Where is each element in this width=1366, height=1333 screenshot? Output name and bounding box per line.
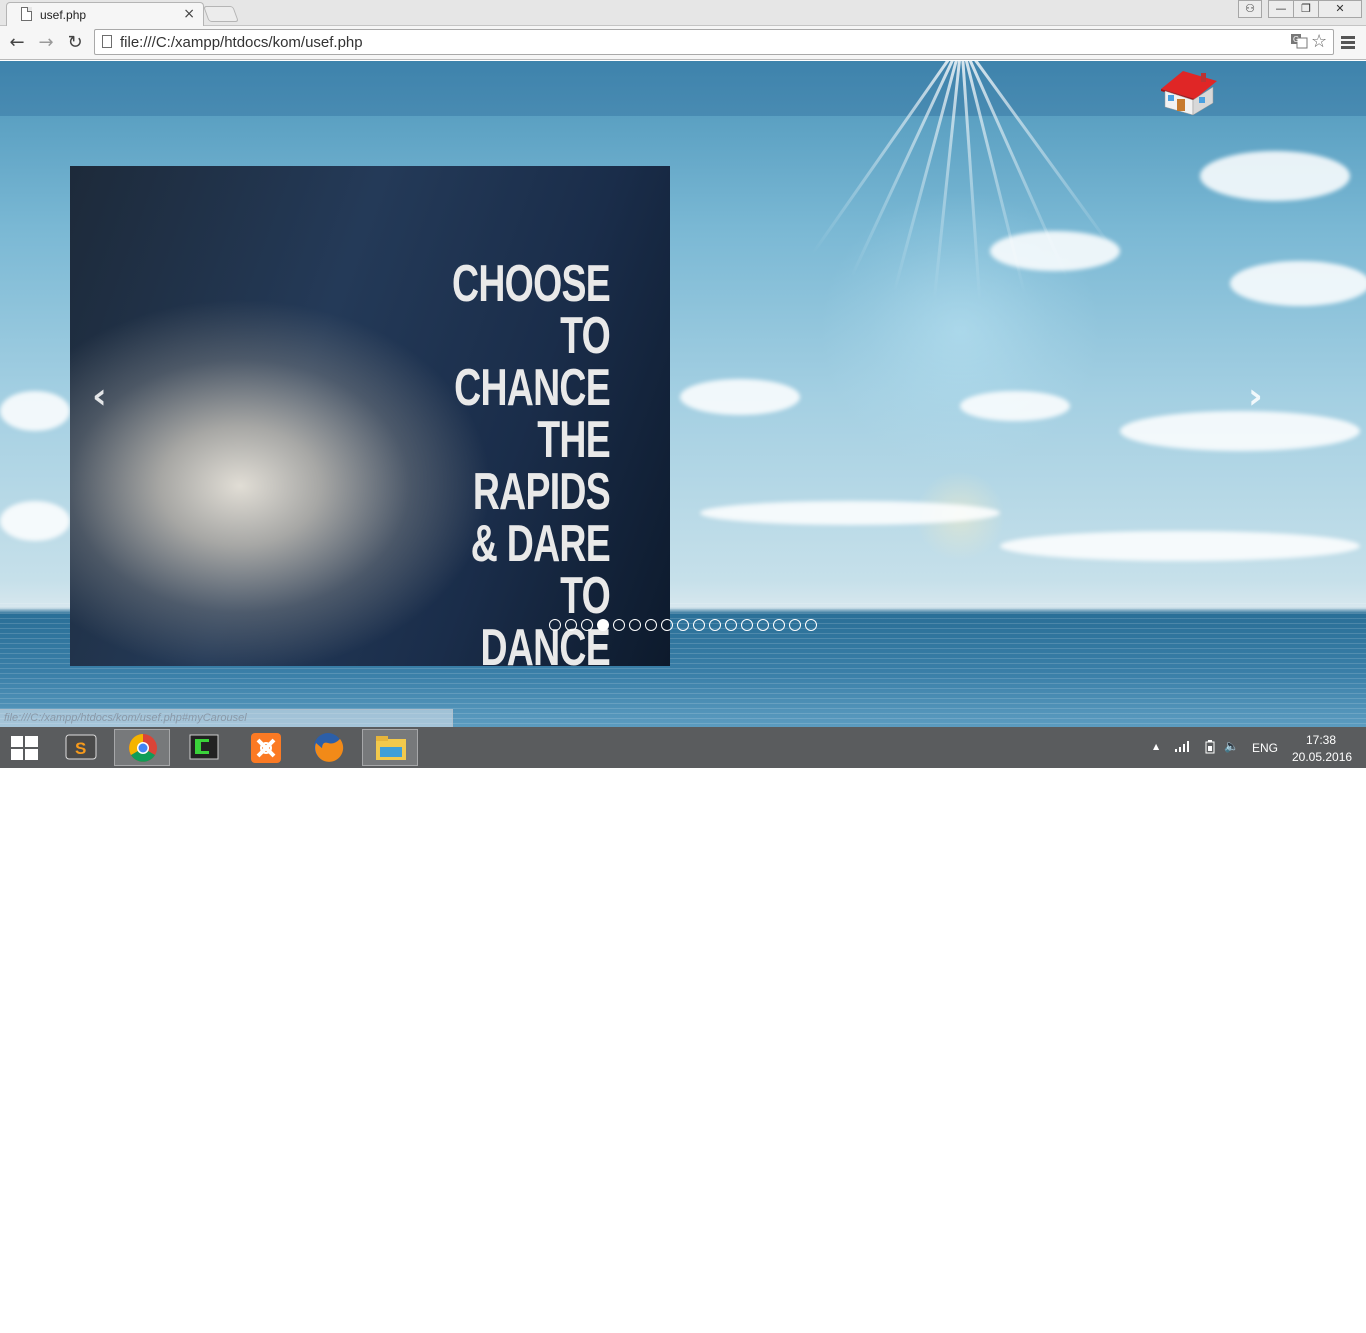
volume-icon[interactable]: 🔈: [1224, 739, 1239, 753]
carousel-indicator[interactable]: [693, 619, 705, 631]
profile-button[interactable]: ⚇: [1238, 0, 1262, 18]
address-bar[interactable]: file:///C:/xampp/htdocs/kom/usef.php G ☆: [94, 29, 1334, 55]
url-text[interactable]: file:///C:/xampp/htdocs/kom/usef.php: [120, 34, 363, 51]
sublime-text-icon[interactable]: S: [54, 729, 110, 766]
bookmark-star-icon[interactable]: ☆: [1311, 31, 1327, 52]
translate-icon[interactable]: G: [1290, 33, 1308, 53]
windows-taskbar: S ▲ 🔈 ENG 17:38 20.05.2016: [0, 727, 1366, 768]
slide-caption: CHOOSE TO CHANCE THE RAPIDS & DARE TO DA…: [452, 255, 611, 666]
carousel-indicator[interactable]: [805, 619, 817, 631]
tab-usef-php[interactable]: usef.php ×: [6, 2, 204, 26]
carousel-indicator[interactable]: [741, 619, 753, 631]
chrome-icon[interactable]: [114, 729, 170, 766]
tab-close-icon[interactable]: ×: [183, 6, 195, 22]
file-explorer-icon[interactable]: [362, 729, 418, 766]
carousel-indicator[interactable]: [645, 619, 657, 631]
svg-text:G: G: [1293, 35, 1299, 44]
language-indicator[interactable]: ENG: [1252, 741, 1278, 755]
carousel-next-icon[interactable]: ›: [1248, 376, 1263, 417]
chrome-menu-icon[interactable]: [1341, 36, 1355, 51]
restore-button[interactable]: ❐: [1293, 0, 1319, 18]
minimize-button[interactable]: —: [1268, 0, 1294, 18]
terminal-icon[interactable]: [176, 729, 232, 766]
browser-toolbar: ← → ↻ file:///C:/xampp/htdocs/kom/usef.p…: [0, 26, 1366, 60]
carousel-indicator[interactable]: [549, 619, 561, 631]
forward-button[interactable]: →: [34, 31, 58, 55]
carousel-indicator[interactable]: [757, 619, 769, 631]
browser-tab-bar: usef.php × ⚇ — ❐ ✕: [0, 0, 1366, 26]
clock-time[interactable]: 17:38: [1306, 733, 1336, 747]
page-icon: [102, 35, 112, 48]
carousel-indicator[interactable]: [581, 619, 593, 631]
show-hidden-icons-icon[interactable]: ▲: [1153, 742, 1159, 751]
new-tab-button[interactable]: [203, 6, 239, 22]
page-icon: [21, 7, 32, 21]
network-signal-icon[interactable]: [1174, 740, 1190, 755]
xampp-icon[interactable]: [238, 729, 294, 766]
image-carousel[interactable]: CHOOSE TO CHANCE THE RAPIDS & DARE TO DA…: [70, 166, 670, 666]
carousel-indicator[interactable]: [597, 619, 609, 631]
carousel-indicator[interactable]: [725, 619, 737, 631]
carousel-indicator[interactable]: [677, 619, 689, 631]
page-viewport: CHOOSE TO CHANCE THE RAPIDS & DARE TO DA…: [0, 61, 1366, 727]
carousel-indicator[interactable]: [629, 619, 641, 631]
back-button[interactable]: ←: [5, 31, 29, 55]
start-icon[interactable]: [11, 736, 38, 760]
carousel-indicator[interactable]: [789, 619, 801, 631]
svg-text:S: S: [75, 739, 86, 758]
status-bar-url: file:///C:/xampp/htdocs/kom/usef.php#myC…: [0, 709, 453, 727]
battery-icon[interactable]: [1205, 740, 1215, 757]
clock-date[interactable]: 20.05.2016: [1292, 750, 1352, 764]
carousel-indicator[interactable]: [613, 619, 625, 631]
tab-title: usef.php: [40, 8, 87, 22]
reload-button[interactable]: ↻: [63, 31, 87, 55]
close-window-button[interactable]: ✕: [1318, 0, 1362, 18]
carousel-indicator[interactable]: [565, 619, 577, 631]
carousel-indicator[interactable]: [709, 619, 721, 631]
carousel-indicator[interactable]: [661, 619, 673, 631]
firefox-icon[interactable]: [300, 729, 356, 766]
carousel-indicator[interactable]: [773, 619, 785, 631]
house-icon[interactable]: [1155, 67, 1221, 117]
carousel-prev-icon[interactable]: ‹: [92, 376, 107, 417]
carousel-indicators: [549, 619, 817, 631]
